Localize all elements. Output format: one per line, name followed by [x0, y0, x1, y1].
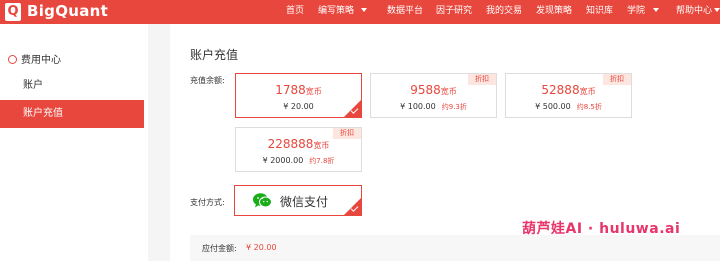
package-card-228888[interactable]: 折扣 228888宽币 ¥ 2000.00 约7.8折	[235, 127, 362, 172]
top-navbar: Q BigQuant 首页 编写策略 数据平台 因子研究 我的交易 发现策略 知…	[0, 0, 720, 24]
nav-data-platform[interactable]: 数据平台	[387, 0, 423, 24]
sidebar: 费用中心 账户 账户充值	[0, 24, 148, 261]
sidebar-item-recharge[interactable]: 账户充值	[0, 100, 144, 128]
package-card-52888[interactable]: 折扣 52888宽币 ¥ 500.00 约8.5折	[505, 73, 632, 118]
nav-my-trade[interactable]: 我的交易	[486, 0, 522, 24]
nav-home[interactable]: 首页	[286, 0, 304, 24]
sidebar-header: 费用中心	[8, 51, 61, 66]
brand-name[interactable]: BigQuant	[27, 2, 108, 20]
payment-option-wechat[interactable]: 微信支付	[234, 185, 362, 216]
wechat-icon	[253, 193, 272, 208]
nav-academy[interactable]: 学院	[627, 0, 660, 24]
logo-icon[interactable]: Q	[5, 3, 21, 21]
nav-strategy[interactable]: 编写策略	[318, 0, 368, 24]
chevron-down-icon	[714, 7, 720, 12]
discount-tag: 折扣	[333, 128, 361, 139]
sidebar-item-account[interactable]: 账户	[0, 72, 144, 100]
nav-help-center[interactable]: 帮助中心	[676, 0, 720, 24]
balance-label: 充值余额:	[190, 76, 225, 85]
wallet-icon	[8, 55, 17, 64]
discount-tag: 折扣	[603, 74, 631, 85]
package-card-9588[interactable]: 折扣 9588宽币 ¥ 100.00 约9.3折	[370, 73, 497, 118]
page-title: 账户充值	[190, 48, 239, 62]
payment-method-label: 支付方式:	[190, 198, 225, 207]
discount-tag: 折扣	[468, 74, 496, 85]
package-card-1788[interactable]: 1788宽币 ¥ 20.00	[235, 73, 362, 118]
amount-due-label: 应付金额:	[202, 244, 237, 253]
amount-due-value: ¥ 20.00	[246, 243, 277, 252]
amount-due-bar: 应付金额: ¥ 20.00	[190, 235, 720, 261]
chevron-down-icon	[361, 7, 368, 12]
nav-factor-research[interactable]: 因子研究	[436, 0, 472, 24]
nav-knowledge[interactable]: 知识库	[586, 0, 613, 24]
nav-discover-strategy[interactable]: 发现策略	[536, 0, 572, 24]
chevron-down-icon	[653, 7, 660, 12]
watermark: 葫芦娃AI · huluwa.ai	[522, 221, 681, 237]
